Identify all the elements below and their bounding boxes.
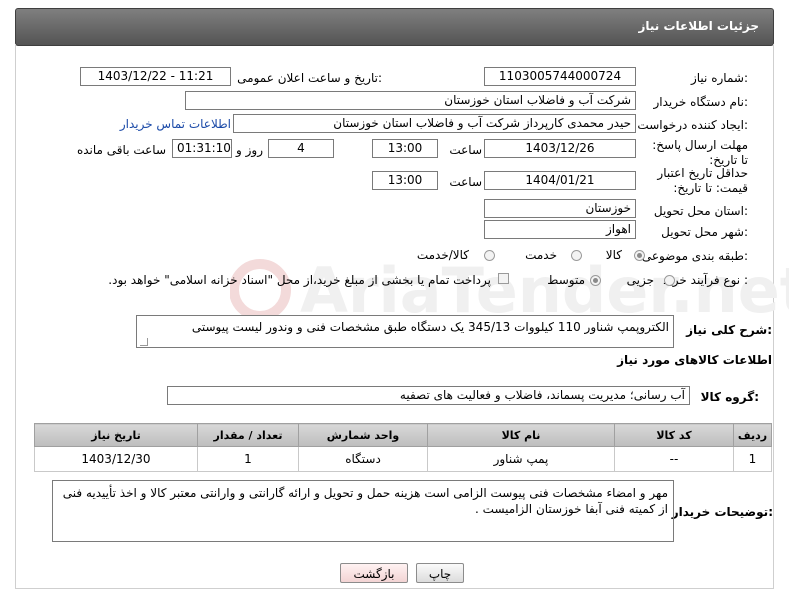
price-date-field: 1404/01/21 — [484, 171, 636, 190]
print-button[interactable]: چاپ — [416, 563, 464, 583]
cell-date: 1403/12/30 — [34, 446, 198, 472]
price-validity-label: حداقل تاریخ اعتبار قیمت: تا تاریخ: — [657, 166, 748, 195]
creator-field: حیدر محمدی کارپرداز شرکت آب و فاضلاب است… — [233, 114, 636, 133]
remaining-label: ساعت باقی مانده — [76, 143, 166, 157]
category-radio-goods-service[interactable] — [484, 250, 495, 261]
goods-group-label: گروه کالا: — [700, 390, 759, 404]
cell-name: پمپ شناور — [427, 446, 615, 472]
col-row: ردیف — [733, 423, 772, 447]
category-label: طبقه بندی موضوعی: — [641, 249, 748, 263]
category-radio-service[interactable] — [571, 250, 582, 261]
cell-qty: 1 — [197, 446, 299, 472]
cell-row: 1 — [733, 446, 772, 472]
category-option-service: خدمت — [525, 248, 557, 262]
reply-date-field: 1403/12/26 — [484, 139, 636, 158]
treasury-payment-note: پرداخت تمام یا بخشی از مبلغ خرید،از محل … — [108, 273, 491, 287]
page-title: جزئیات اطلاعات نیاز — [638, 19, 759, 33]
reply-deadline-label: مهلت ارسال پاسخ: تا تاریخ: — [652, 138, 748, 167]
process-option-minor: جزیی — [626, 273, 654, 287]
category-option-goods: کالا — [605, 248, 622, 262]
col-date: تاریخ نیاز — [34, 423, 198, 447]
col-code: کد کالا — [614, 423, 734, 447]
city-field: اهواز — [484, 220, 636, 239]
buyer-org-label: نام دستگاه خریدار: — [653, 95, 749, 109]
reply-hour-label: ساعت — [449, 143, 482, 157]
col-name: نام کالا — [427, 423, 615, 447]
price-time-field: 13:00 — [372, 171, 438, 190]
buyer-notes-field: مهر و امضاء مشخصات فنی پیوست الزامی است … — [52, 480, 674, 542]
buyer-org-field: شرکت آب و فاضلاب استان خوزستان — [185, 91, 636, 110]
days-label: روز و — [236, 143, 263, 157]
table-header-row: ردیف کد کالا نام کالا واحد شمارش تعداد /… — [34, 423, 772, 447]
days-field: 4 — [268, 139, 334, 158]
cell-code: -- — [614, 446, 734, 472]
city-label: شهر محل تحویل: — [661, 225, 748, 239]
need-number-field: 1103005744000724 — [484, 67, 636, 86]
buyer-notes-label: توضیحات خریدار: — [671, 505, 773, 519]
reply-time-field: 13:00 — [372, 139, 438, 158]
category-option-goods-service: کالا/خدمت — [416, 248, 469, 262]
price-hour-label: ساعت — [449, 175, 482, 189]
province-field: خوزستان — [484, 199, 636, 218]
treasury-payment-checkbox[interactable] — [498, 273, 509, 284]
description-label: شرح کلی نیاز: — [686, 323, 772, 337]
process-option-medium: متوسط — [547, 273, 585, 287]
announce-date-field: 1403/12/22 - 11:21 — [80, 67, 231, 86]
process-type-label: نوع فرآیند خرید : — [663, 273, 748, 287]
cell-unit: دستگاه — [298, 446, 428, 472]
announce-date-label: تاریخ و ساعت اعلان عمومی: — [237, 71, 382, 85]
goods-group-field: آب رسانی؛ مدیریت پسماند، فاضلاب و فعالیت… — [167, 386, 690, 405]
need-number-label: شماره نیاز: — [690, 71, 748, 85]
col-qty: تعداد / مقدار — [197, 423, 299, 447]
back-button[interactable]: بازگشت — [340, 563, 408, 583]
goods-section-title: اطلاعات کالاهای مورد نیاز — [617, 353, 772, 367]
province-label: استان محل تحویل: — [653, 204, 748, 218]
table-row: 1 -- پمپ شناور دستگاه 1 1403/12/30 — [34, 446, 772, 472]
category-radio-goods[interactable] — [634, 250, 645, 261]
resize-grip-icon[interactable] — [140, 338, 148, 346]
description-field: الکتروپمپ شناور 110 کیلووات 345/13 یک دس… — [136, 315, 674, 348]
creator-label: ایجاد کننده درخواست: — [637, 118, 748, 132]
remaining-time-field: 01:31:10 — [172, 139, 232, 158]
process-radio-medium[interactable] — [590, 275, 601, 286]
page-header: جزئیات اطلاعات نیاز — [15, 8, 774, 46]
goods-table: ردیف کد کالا نام کالا واحد شمارش تعداد /… — [34, 423, 772, 472]
col-unit: واحد شمارش — [298, 423, 428, 447]
process-radio-minor[interactable] — [664, 275, 675, 286]
contact-buyer-link[interactable]: اطلاعات تماس خریدار — [120, 117, 231, 131]
